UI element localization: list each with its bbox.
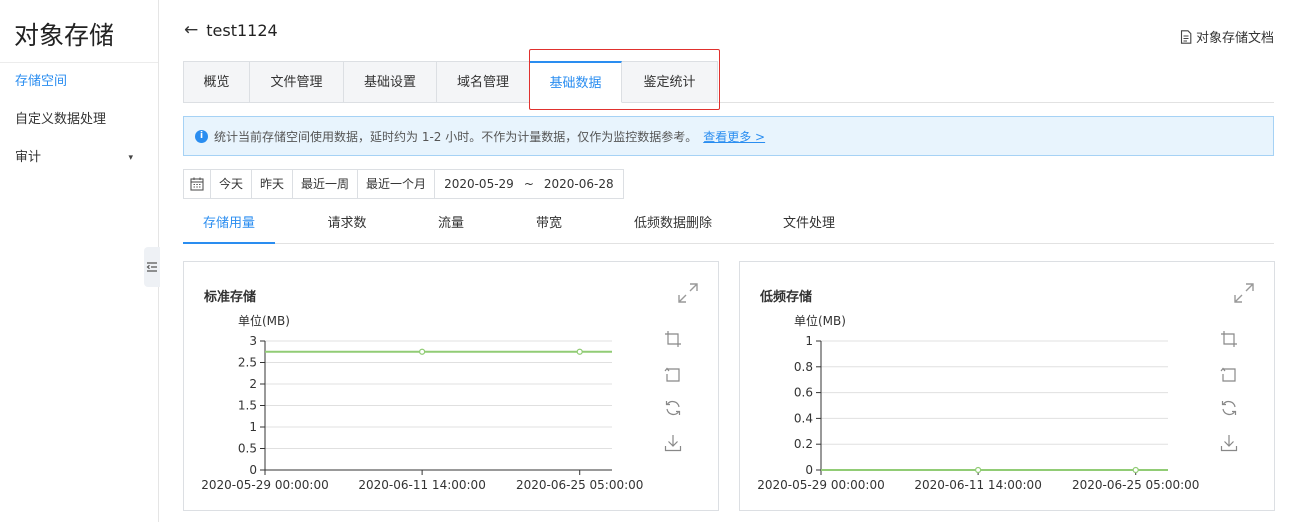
sidebar-item-label: 审计 xyxy=(15,150,42,165)
y-tick-label: 0.2 xyxy=(794,437,813,451)
y-tick-label: 1.5 xyxy=(238,399,257,413)
subtab-requests[interactable]: 请求数 xyxy=(301,206,393,244)
header-back: ← test1124 xyxy=(184,20,278,40)
data-point xyxy=(1132,466,1139,474)
back-arrow-icon[interactable]: ← xyxy=(184,20,198,40)
y-tick-label: 0.8 xyxy=(794,360,813,374)
zoom-reset-icon[interactable] xyxy=(1220,365,1238,383)
page-title: test1124 xyxy=(206,20,278,40)
x-tick-label: 2020-06-25 05:00:00 xyxy=(1072,478,1199,492)
preset-last-week[interactable]: 最近一周 xyxy=(293,170,359,198)
x-tick-label: 2020-06-11 14:00:00 xyxy=(914,478,1041,492)
metric-tabs: 存储用量 请求数 流量 带宽 低频数据删除 文件处理 xyxy=(183,206,1274,244)
tab-appraisal-stats[interactable]: 鉴定统计 xyxy=(622,61,718,103)
tab-file-management[interactable]: 文件管理 xyxy=(250,61,344,103)
date-end: 2020-06-28 xyxy=(543,177,614,191)
doc-link[interactable]: 对象存储文档 xyxy=(1180,27,1274,46)
y-tick-label: 0 xyxy=(249,463,257,477)
subtab-storage-usage[interactable]: 存储用量 xyxy=(183,206,275,244)
zoom-reset-icon[interactable] xyxy=(664,365,682,383)
preset-last-month[interactable]: 最近一个月 xyxy=(358,170,436,198)
y-tick-label: 0.6 xyxy=(794,386,813,400)
y-axis-label: 单位(MB) xyxy=(794,313,846,328)
date-range-picker: 今天 昨天 最近一周 最近一个月 2020-05-29 ~ 2020-06-28 xyxy=(183,169,624,199)
calendar-icon xyxy=(190,177,204,191)
low-frequency-storage-chart: 单位(MB) 0 0.2 0.4 0.6 0.8 1 2020-05-29 00:00:00 2… xyxy=(757,313,1199,492)
data-point xyxy=(576,348,583,355)
sidebar: 对象存储 存储空间 自定义数据处理 审计 ▾ xyxy=(0,0,159,522)
download-icon[interactable] xyxy=(1220,434,1238,452)
zoom-select-icon[interactable] xyxy=(1220,330,1238,348)
sidebar-item-audit[interactable]: 审计 ▾ xyxy=(0,139,158,177)
x-tick-label: 2020-05-29 00:00:00 xyxy=(201,478,328,492)
subtab-low-freq-deletion[interactable]: 低频数据删除 xyxy=(623,206,723,244)
date-start: 2020-05-29 xyxy=(444,177,514,191)
refresh-icon[interactable] xyxy=(1220,399,1238,417)
info-banner: i 统计当前存储空间使用数据，延时约为 1-2 小时。不作为计量数据，仅作为监控… xyxy=(183,116,1274,156)
y-tick-label: 0 xyxy=(805,463,813,477)
subtab-file-processing[interactable]: 文件处理 xyxy=(763,206,855,244)
chevron-down-icon: ▾ xyxy=(128,153,133,163)
y-tick-label: 0.5 xyxy=(238,442,257,456)
subtab-traffic[interactable]: 流量 xyxy=(405,206,497,244)
date-range-input[interactable]: 2020-05-29 ~ 2020-06-28 xyxy=(435,170,623,198)
document-icon xyxy=(1180,29,1192,44)
info-text: 统计当前存储空间使用数据，延时约为 1-2 小时。不作为计量数据，仅作为监控数据… xyxy=(214,129,698,144)
tab-basic-data[interactable]: 基础数据 xyxy=(530,61,622,103)
tab-basic-settings[interactable]: 基础设置 xyxy=(344,61,437,103)
preset-today[interactable]: 今天 xyxy=(211,170,253,198)
doc-link-label: 对象存储文档 xyxy=(1195,31,1274,46)
sidebar-collapse-toggle[interactable] xyxy=(144,247,160,287)
y-tick-label: 3 xyxy=(249,334,257,348)
x-tick-label: 2020-05-29 00:00:00 xyxy=(757,478,884,492)
main-tabs: 概览 文件管理 基础设置 域名管理 基础数据 鉴定统计 xyxy=(183,61,718,103)
data-point xyxy=(419,348,426,355)
preset-yesterday[interactable]: 昨天 xyxy=(252,170,294,198)
learn-more-link[interactable]: 查看更多 > xyxy=(703,128,765,145)
standard-storage-chart: 单位(MB) 0 0.5 1 1.5 2 2.5 3 2020-05-29 00:00:00 20… xyxy=(201,313,643,492)
download-icon[interactable] xyxy=(664,434,682,452)
sidebar-item-custom-processing[interactable]: 自定义数据处理 xyxy=(0,101,158,139)
y-axis-label: 单位(MB) xyxy=(238,313,290,328)
sidebar-brand: 对象存储 xyxy=(0,0,158,63)
collapse-menu-icon xyxy=(146,262,157,272)
data-point xyxy=(975,466,982,474)
calendar-button[interactable] xyxy=(184,170,211,198)
y-tick-label: 2.5 xyxy=(238,356,257,370)
x-tick-label: 2020-06-25 05:00:00 xyxy=(516,478,643,492)
tabs-divider xyxy=(718,102,1274,103)
y-tick-label: 2 xyxy=(249,377,257,391)
y-tick-label: 1 xyxy=(805,334,813,348)
tab-domain-management[interactable]: 域名管理 xyxy=(437,61,530,103)
info-icon: i xyxy=(195,129,208,143)
x-tick-label: 2020-06-11 14:00:00 xyxy=(358,478,485,492)
sidebar-item-buckets[interactable]: 存储空间 xyxy=(0,63,158,101)
y-tick-label: 0.4 xyxy=(794,411,813,425)
chart-card-standard: 标准存储 单位(MB) 0 0.5 1 1.5 2 2.5 3 2020-05-29 00:00… xyxy=(183,261,719,511)
date-separator: ~ xyxy=(523,177,534,191)
zoom-select-icon[interactable] xyxy=(664,330,682,348)
chart-card-low-frequency: 低频存储 单位(MB) 0 0.2 0.4 0.6 0.8 1 2020-05-29 00:0… xyxy=(739,261,1275,511)
y-tick-label: 1 xyxy=(249,420,257,434)
subtab-bandwidth[interactable]: 带宽 xyxy=(503,206,595,244)
tab-overview[interactable]: 概览 xyxy=(183,61,250,103)
refresh-icon[interactable] xyxy=(664,399,682,417)
